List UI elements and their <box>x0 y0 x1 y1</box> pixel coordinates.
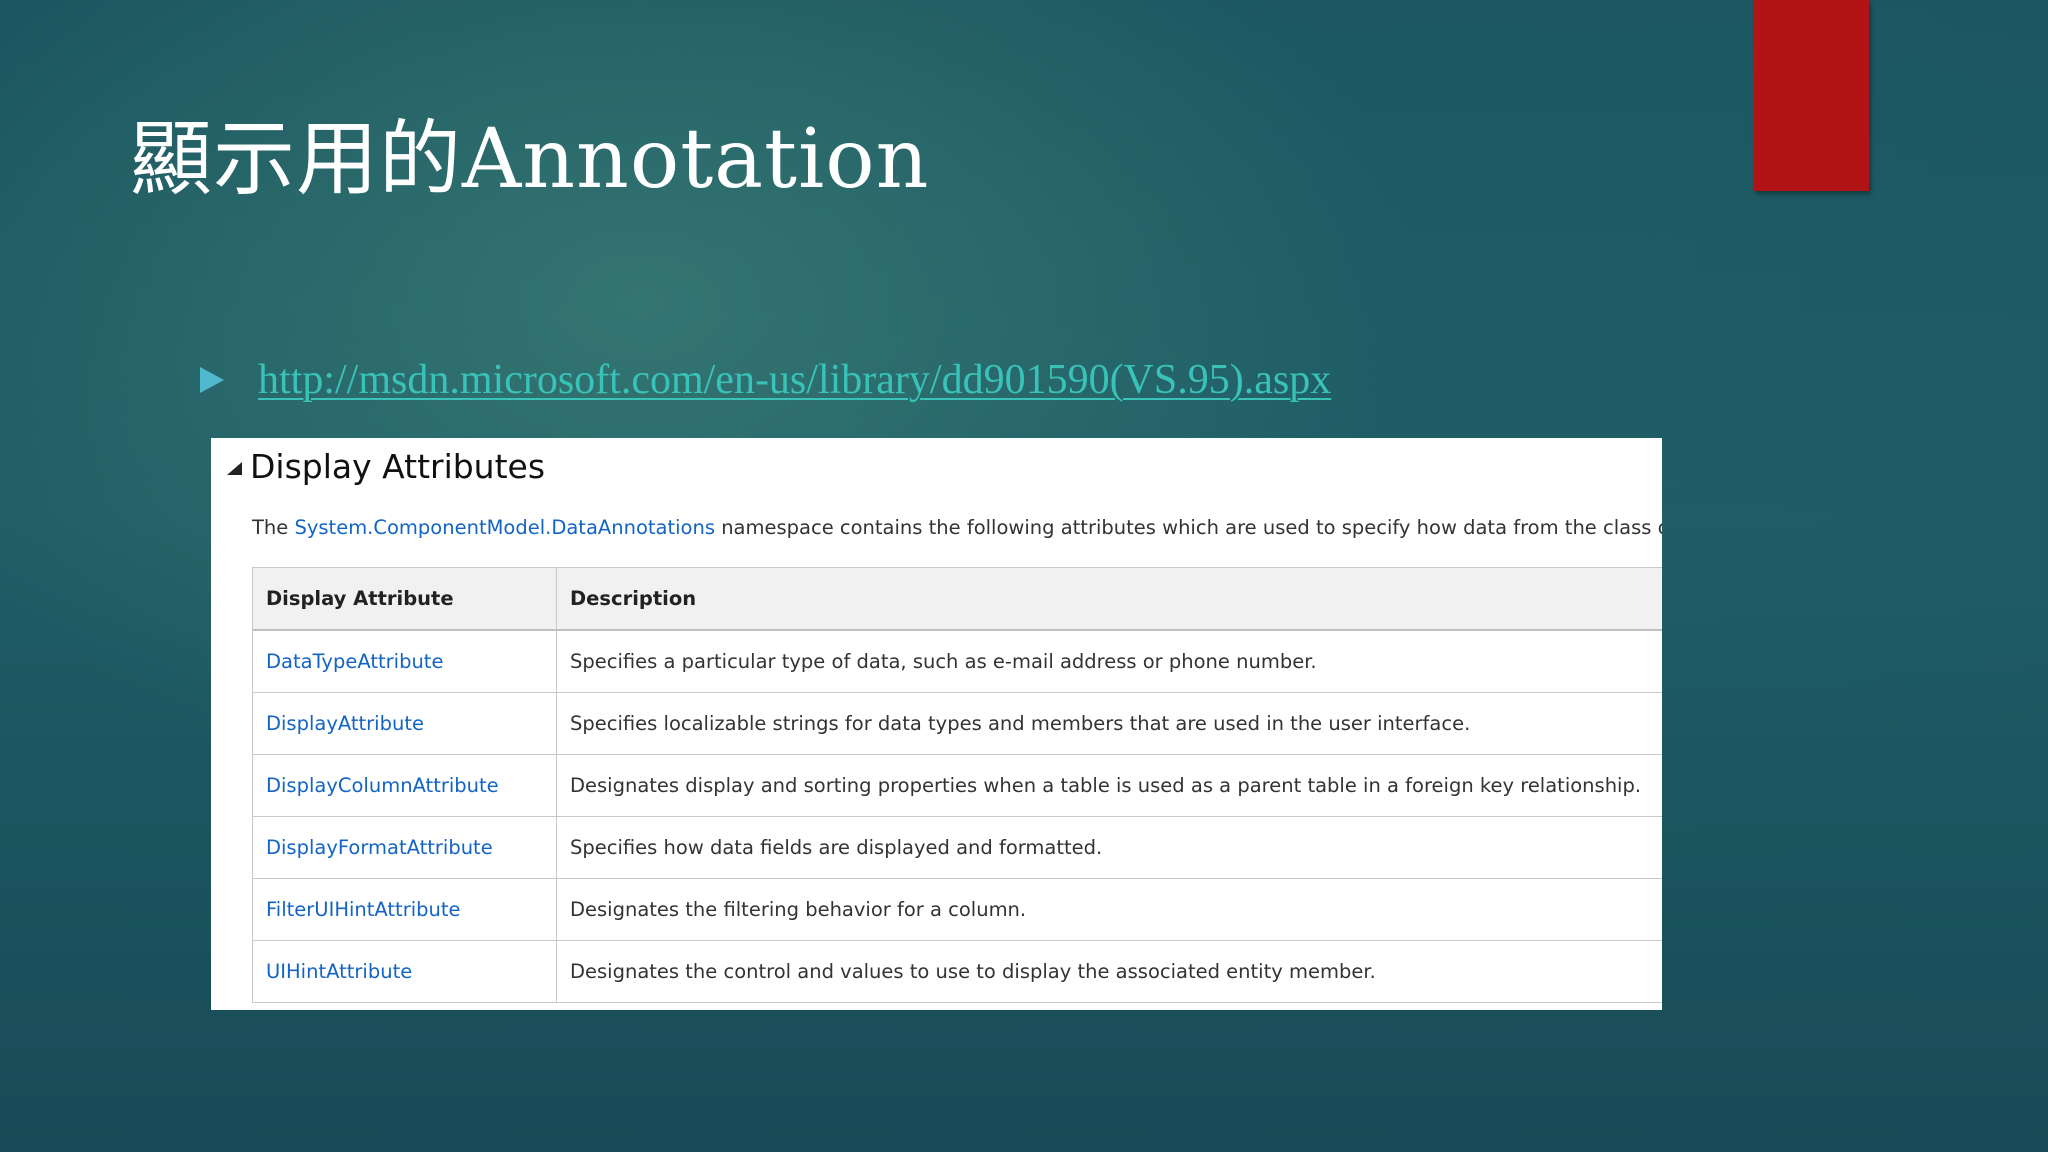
attribute-cell: DisplayAttribute <box>252 692 557 755</box>
attribute-cell: FilterUIHintAttribute <box>252 878 557 941</box>
table-row: FilterUIHintAttribute Designates the fil… <box>252 878 1662 941</box>
documentation-screenshot: Display Attributes The System.ComponentM… <box>211 438 1662 1010</box>
bullet-arrow-icon <box>200 367 224 393</box>
attribute-link[interactable]: DisplayAttribute <box>266 712 424 735</box>
table-row: DisplayAttribute Specifies localizable s… <box>252 692 1662 755</box>
table-row: DisplayFormatAttribute Specifies how dat… <box>252 816 1662 879</box>
description-cell: Specifies localizable strings for data t… <box>556 692 1662 755</box>
attribute-link[interactable]: FilterUIHintAttribute <box>266 898 461 921</box>
section-heading[interactable]: Display Attributes <box>227 440 545 492</box>
attribute-cell: DataTypeAttribute <box>252 629 557 693</box>
attribute-link[interactable]: DisplayColumnAttribute <box>266 774 499 797</box>
slide-title: 顯示用的Annotation <box>130 112 930 207</box>
display-attributes-table: Display Attribute Description DataTypeAt… <box>252 567 1662 1003</box>
section-heading-text: Display Attributes <box>250 446 546 486</box>
description-cell: Specifies a particular type of data, suc… <box>556 629 1662 693</box>
table-row: DisplayColumnAttribute Designates displa… <box>252 754 1662 817</box>
red-accent-bar <box>1754 0 1869 191</box>
description-cell: Designates display and sorting propertie… <box>556 754 1662 817</box>
attribute-cell: DisplayColumnAttribute <box>252 754 557 817</box>
attribute-cell: UIHintAttribute <box>252 940 557 1003</box>
header-description: Description <box>556 567 1662 631</box>
description-cell: Designates the control and values to use… <box>556 940 1662 1003</box>
table-row: UIHintAttribute Designates the control a… <box>252 940 1662 1003</box>
msdn-link[interactable]: http://msdn.microsoft.com/en-us/library/… <box>258 356 1331 404</box>
attribute-cell: DisplayFormatAttribute <box>252 816 557 879</box>
bullet-item: http://msdn.microsoft.com/en-us/library/… <box>200 352 1331 408</box>
table-row: DataTypeAttribute Specifies a particular… <box>252 629 1662 693</box>
table-header-row: Display Attribute Description <box>252 567 1662 631</box>
namespace-link[interactable]: System.ComponentModel.DataAnnotations <box>294 516 715 539</box>
description-cell: Specifies how data fields are displayed … <box>556 816 1662 879</box>
attribute-link[interactable]: DataTypeAttribute <box>266 650 443 673</box>
header-display-attribute: Display Attribute <box>252 567 557 631</box>
intro-suffix: namespace contains the following attribu… <box>715 516 1662 539</box>
attribute-link[interactable]: UIHintAttribute <box>266 960 412 983</box>
intro-prefix: The <box>252 516 295 539</box>
attribute-link[interactable]: DisplayFormatAttribute <box>266 836 493 859</box>
description-cell: Designates the filtering behavior for a … <box>556 878 1662 941</box>
intro-paragraph: The System.ComponentModel.DataAnnotation… <box>252 516 1662 539</box>
collapse-triangle-icon[interactable] <box>227 461 242 475</box>
